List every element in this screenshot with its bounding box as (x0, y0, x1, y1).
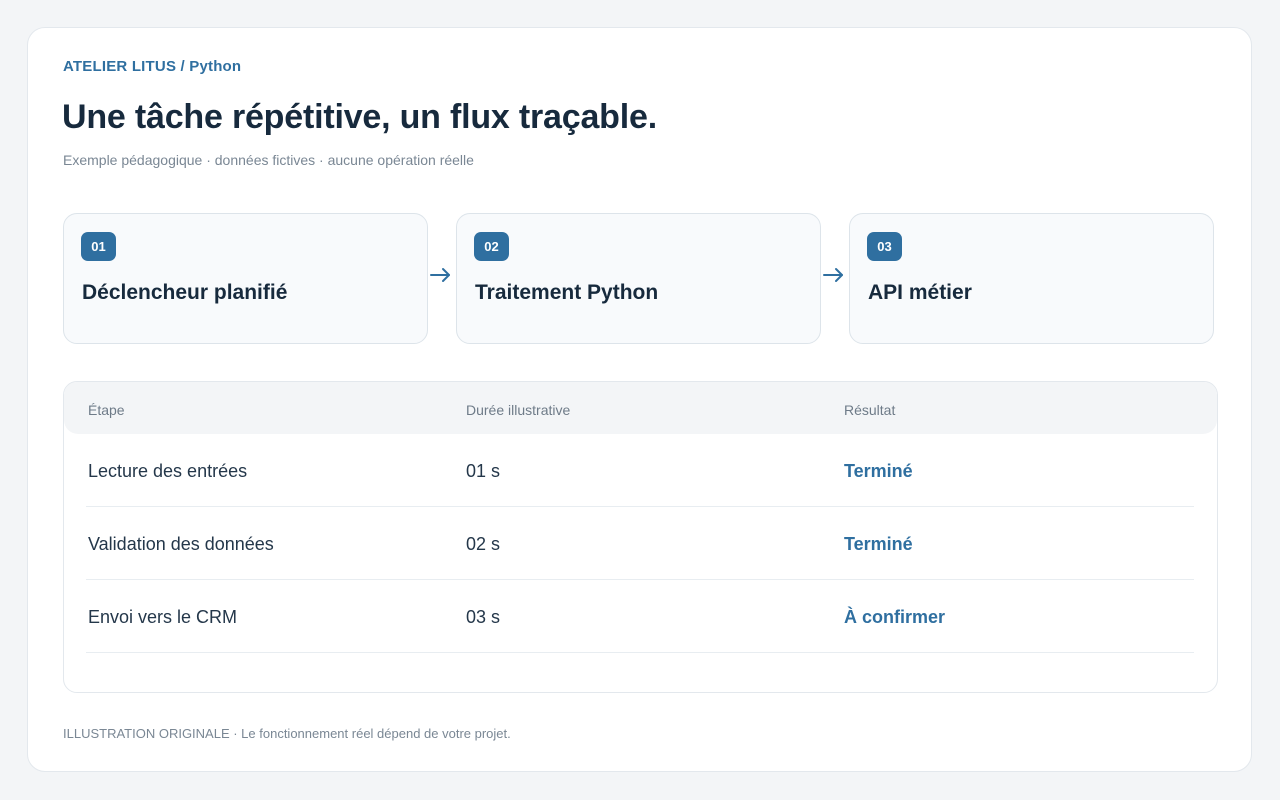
table-row: Lecture des entrées 01 s Terminé (86, 434, 1194, 507)
page-title: Une tâche répétitive, un flux traçable. (62, 98, 657, 136)
cell-result: À confirmer (844, 607, 946, 627)
arrow-right-icon (823, 268, 843, 282)
page-subtitle: Exemple pédagogique · données fictives ·… (63, 152, 474, 168)
main-card: ATELIER LITUS / Python Une tâche répétit… (27, 27, 1252, 772)
step-card-processing: 02 Traitement Python (456, 213, 821, 344)
step-number-badge: 03 (867, 232, 902, 261)
cell-duration: 02 s (466, 534, 501, 554)
table-row: Envoi vers le CRM 03 s À confirmer (86, 580, 1194, 653)
step-number-badge: 01 (81, 232, 116, 261)
step-label: API métier (868, 281, 972, 304)
column-header-step: Étape (88, 402, 125, 418)
cell-result: Terminé (844, 461, 913, 481)
step-card-trigger: 01 Déclencheur planifié (63, 213, 428, 344)
table-row: Validation des données 02 s Terminé (86, 507, 1194, 580)
cell-duration: 03 s (466, 607, 501, 627)
footer-note: ILLUSTRATION ORIGINALE · Le fonctionneme… (63, 726, 511, 741)
column-header-duration: Durée illustrative (466, 402, 571, 418)
step-label: Traitement Python (475, 281, 659, 304)
step-card-api: 03 API métier (849, 213, 1214, 344)
column-header-result: Résultat (844, 402, 896, 418)
arrow-right-icon (430, 268, 450, 282)
cell-step: Validation des données (88, 534, 274, 554)
flow-steps: 01 Déclencheur planifié 02 Traitement Py… (63, 213, 1215, 344)
step-label: Déclencheur planifié (82, 281, 288, 304)
cell-duration: 01 s (466, 461, 501, 481)
cell-step: Envoi vers le CRM (88, 607, 238, 627)
cell-step: Lecture des entrées (88, 461, 248, 481)
step-number-badge: 02 (474, 232, 509, 261)
eyebrow-breadcrumb: ATELIER LITUS / Python (63, 58, 242, 75)
table-header: Étape Durée illustrative Résultat (64, 382, 1217, 434)
cell-result: Terminé (844, 534, 913, 554)
steps-table: Étape Durée illustrative Résultat Lectur… (63, 381, 1218, 693)
